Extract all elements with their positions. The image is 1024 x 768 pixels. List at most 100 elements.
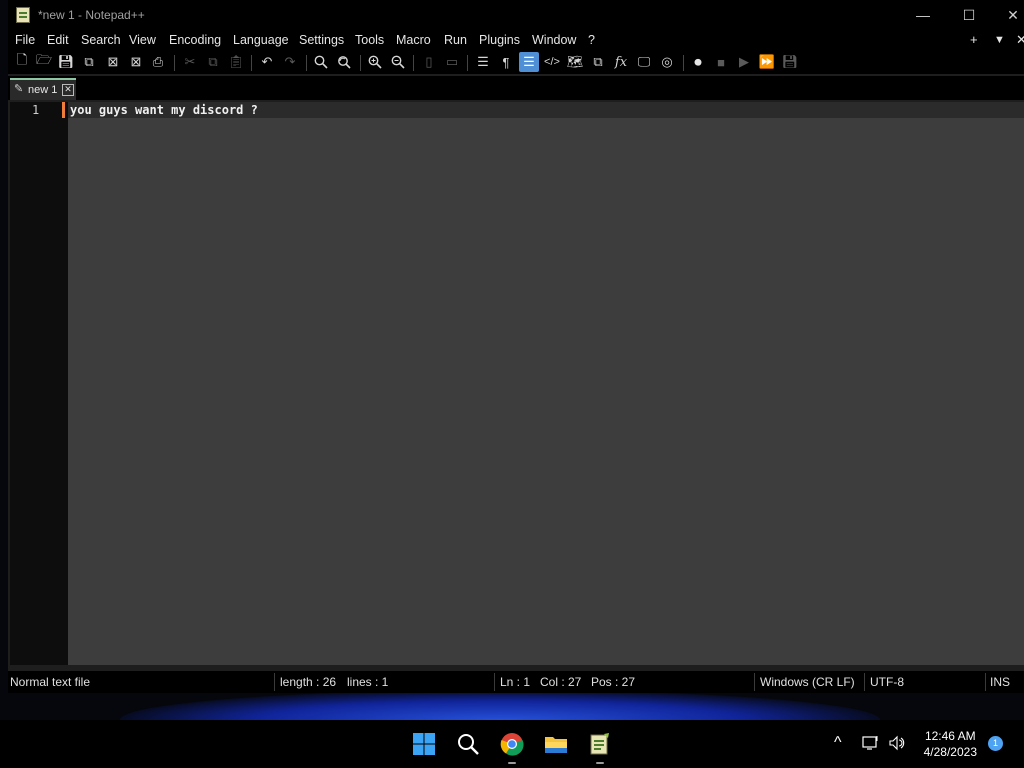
- volume-icon[interactable]: [888, 734, 906, 757]
- running-indicator: [596, 762, 604, 764]
- toolbar-separator: [306, 55, 307, 71]
- windows-start-icon[interactable]: [412, 732, 436, 756]
- redo-icon[interactable]: ↷: [280, 52, 300, 72]
- folder-as-workspace-icon[interactable]: 🖵︎: [634, 52, 654, 72]
- menu-macro[interactable]: Macro: [396, 33, 431, 47]
- close-doc-button[interactable]: ✕: [1016, 32, 1024, 48]
- status-ln: Ln : 1: [500, 675, 531, 689]
- sync-vertical-icon[interactable]: ▯: [419, 52, 439, 72]
- sync-horizontal-icon[interactable]: ▭: [442, 52, 462, 72]
- maximize-button[interactable]: ☐: [946, 0, 992, 30]
- document-list-icon[interactable]: ⧉: [588, 52, 608, 72]
- menu-edit[interactable]: Edit: [47, 33, 69, 47]
- menu-language[interactable]: Language: [233, 33, 289, 47]
- status-lines: lines : 1: [347, 675, 389, 689]
- cut-icon[interactable]: ✂: [180, 52, 200, 72]
- minimize-button[interactable]: —: [900, 0, 946, 30]
- record-macro-icon[interactable]: ⏺: [688, 52, 708, 72]
- editor-line-text[interactable]: you guys want my discord ?: [70, 103, 258, 117]
- menu-run[interactable]: Run: [444, 33, 467, 47]
- open-file-icon[interactable]: 🗁: [34, 52, 54, 72]
- pencil-icon: ✎: [14, 83, 24, 95]
- tab-label: new 1: [28, 84, 58, 96]
- status-pos: Pos : 27: [591, 675, 636, 689]
- status-bar: Normal text file length : 26 lines : 1 L…: [8, 671, 1024, 693]
- status-separator: [864, 673, 865, 691]
- menu-encoding[interactable]: Encoding: [169, 33, 221, 47]
- editor-area[interactable]: 1 you guys want my discord ?: [10, 102, 1024, 665]
- toolbar-separator: [467, 55, 468, 71]
- notepadpp-icon[interactable]: [588, 732, 612, 756]
- toolbar-separator: [360, 55, 361, 71]
- status-separator: [754, 673, 755, 691]
- close-all-icon[interactable]: ⊠: [126, 52, 146, 72]
- new-file-icon[interactable]: 🗋: [12, 52, 32, 72]
- copy-icon[interactable]: ⧉: [203, 52, 223, 72]
- zoom-out-icon[interactable]: [388, 52, 408, 72]
- udl-icon[interactable]: </>: [542, 52, 562, 72]
- running-indicator: [508, 762, 516, 764]
- menu-search[interactable]: Search: [81, 33, 121, 47]
- toolbar-separator: [174, 55, 175, 71]
- notepadpp-app-icon[interactable]: [16, 7, 30, 23]
- title-bar[interactable]: *new 1 - Notepad++ — ☐ ✕: [8, 0, 1024, 30]
- system-clock[interactable]: 12:46 AM 4/28/2023: [924, 728, 977, 760]
- network-icon[interactable]: [862, 734, 880, 757]
- playback-macro-icon[interactable]: ▶: [734, 52, 754, 72]
- status-separator: [494, 673, 495, 691]
- menu-view[interactable]: View: [129, 33, 156, 47]
- menu-file[interactable]: File: [15, 33, 35, 47]
- save-macro-icon[interactable]: 💾︎: [780, 52, 800, 72]
- toolbar-separator: [251, 55, 252, 71]
- line-number-gutter[interactable]: 1: [10, 102, 68, 665]
- clock-time: 12:46 AM: [924, 729, 976, 743]
- window-title: *new 1 - Notepad++: [38, 8, 145, 22]
- file-explorer-icon[interactable]: [544, 732, 568, 756]
- wallpaper-bloom: [120, 690, 880, 720]
- new-tab-plus-button[interactable]: +: [970, 32, 978, 47]
- menu-help[interactable]: ?: [588, 33, 595, 47]
- tray-overflow-chevron-icon[interactable]: ^: [834, 734, 842, 752]
- undo-icon[interactable]: ↶: [257, 52, 277, 72]
- toolbar-separator: [683, 55, 684, 71]
- find-icon[interactable]: [311, 52, 331, 72]
- status-filetype: Normal text file: [10, 675, 91, 689]
- toolbar-separator: [413, 55, 414, 71]
- replace-icon[interactable]: [334, 52, 354, 72]
- run-macro-multiple-icon[interactable]: ⏩: [757, 52, 777, 72]
- tab-close-button[interactable]: ✕: [62, 84, 74, 96]
- status-encoding[interactable]: UTF-8: [870, 675, 904, 689]
- menu-tools[interactable]: Tools: [355, 33, 384, 47]
- zoom-in-icon[interactable]: [365, 52, 385, 72]
- notepadpp-window: *new 1 - Notepad++ — ☐ ✕ File Edit Searc…: [8, 0, 1024, 693]
- close-window-button[interactable]: ✕: [990, 0, 1024, 30]
- status-separator: [985, 673, 986, 691]
- word-wrap-icon[interactable]: ☰: [473, 52, 493, 72]
- show-all-characters-icon[interactable]: ¶: [496, 52, 516, 72]
- notification-badge[interactable]: 1: [988, 736, 1003, 751]
- menu-bar: File Edit Search View Encoding Language …: [8, 30, 1024, 52]
- function-list-icon[interactable]: fx: [611, 52, 631, 72]
- save-icon[interactable]: 💾︎: [56, 52, 76, 72]
- document-map-icon[interactable]: 🗺︎: [565, 52, 585, 72]
- paste-icon[interactable]: 📋︎: [226, 52, 246, 72]
- status-insert-mode[interactable]: INS: [990, 675, 1010, 689]
- tab-new-1[interactable]: ✎ new 1 ✕: [10, 78, 76, 100]
- tab-bar: ✎ new 1 ✕: [8, 76, 1024, 100]
- text-caret: [62, 102, 65, 118]
- print-icon[interactable]: ⎙: [148, 52, 168, 72]
- indent-guide-icon[interactable]: ☰: [519, 52, 539, 72]
- search-icon[interactable]: [456, 732, 480, 756]
- monitoring-icon[interactable]: ◎: [657, 52, 677, 72]
- chrome-icon[interactable]: [500, 732, 524, 756]
- close-icon[interactable]: ⊠: [103, 52, 123, 72]
- status-eol[interactable]: Windows (CR LF): [760, 675, 855, 689]
- menu-plugins[interactable]: Plugins: [479, 33, 520, 47]
- menu-settings[interactable]: Settings: [299, 33, 344, 47]
- tab-list-dropdown-button[interactable]: ▼: [994, 34, 1005, 46]
- menu-window[interactable]: Window: [532, 33, 576, 47]
- save-all-icon[interactable]: ⧉: [79, 52, 99, 72]
- line-number: 1: [32, 103, 40, 117]
- stop-recording-icon[interactable]: ■: [711, 52, 731, 72]
- clock-date: 4/28/2023: [923, 745, 977, 759]
